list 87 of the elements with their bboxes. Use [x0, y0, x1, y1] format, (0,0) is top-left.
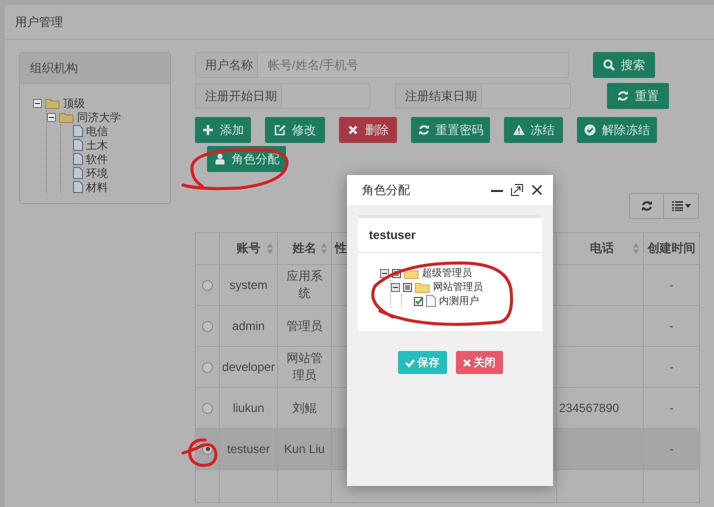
collapse-icon[interactable] [391, 282, 400, 292]
file-icon [73, 181, 83, 193]
table-cell: testuser [227, 442, 270, 456]
table-cell: liukun [232, 400, 264, 414]
table-cell: - [670, 278, 674, 292]
date-field[interactable]: 注册开始日期 [195, 83, 370, 109]
tree-item[interactable]: 网站管理员 [433, 280, 483, 294]
reset-button[interactable]: 重置 [607, 83, 669, 109]
table-cell-text: Kun Liu [283, 440, 326, 458]
edit-icon [274, 124, 286, 136]
table-cell: system [229, 278, 268, 292]
table-cell: 234567890 [559, 400, 620, 414]
reset-button[interactable]: 重置密码 [411, 117, 490, 143]
radio-button[interactable] [202, 402, 213, 414]
user-icon [214, 153, 226, 165]
table-cell: - [670, 442, 674, 456]
close-button[interactable]: 关闭 [456, 351, 502, 374]
file-icon [73, 139, 83, 151]
warning-icon [512, 124, 524, 136]
column-header[interactable]: 电话 [590, 240, 614, 257]
close-icon [462, 358, 470, 366]
plus-icon [202, 124, 214, 136]
close-icon [347, 124, 359, 136]
collapse-icon[interactable] [47, 112, 56, 122]
delete-button[interactable]: 删除 [339, 117, 397, 143]
table-cell: admin [232, 318, 265, 332]
caret-icon [684, 204, 690, 208]
field-label: 用户名称 [196, 53, 258, 77]
unfreeze-button[interactable]: 解除冻结 [577, 117, 657, 143]
refresh-button[interactable] [629, 193, 664, 219]
text-input[interactable]: 帐号/姓名/手机号 [258, 53, 566, 77]
search-button[interactable]: 搜索 [593, 52, 655, 78]
tree-item[interactable]: 软件 [86, 152, 108, 166]
radio-button[interactable] [202, 280, 213, 291]
refresh-icon [617, 90, 629, 102]
dialog-title: 角色分配 [362, 182, 411, 198]
search-icon [603, 59, 615, 71]
file-icon [73, 167, 83, 179]
page-title: 用户管理 [15, 14, 63, 30]
list-icon [672, 201, 682, 211]
collapse-icon[interactable] [380, 268, 389, 278]
refresh-icon [418, 124, 430, 136]
panel-title: 组织机构 [30, 60, 78, 76]
table-cell-text: 网站管理员 [286, 350, 324, 384]
table-cell: - [670, 400, 674, 414]
folder-icon [415, 282, 430, 292]
table-cell-text: 管理员 [286, 318, 324, 334]
folder-icon [59, 112, 74, 122]
table-cell-text: 刘鲲 [292, 400, 318, 416]
radio-button[interactable] [202, 320, 213, 332]
folder-icon [45, 98, 60, 108]
field-label: 注册开始日期 [196, 84, 282, 108]
search-field[interactable]: 用户名称 帐号/姓名/手机号 [195, 52, 569, 78]
checkbox[interactable] [403, 282, 412, 292]
tree-item[interactable]: 土木 [86, 138, 108, 152]
freeze-button[interactable]: 冻结 [504, 117, 563, 143]
collapse-icon[interactable] [33, 98, 42, 108]
close-button[interactable] [531, 184, 543, 196]
file-icon [73, 125, 83, 137]
table-cell-text: 应用系统 [286, 268, 324, 302]
maximize-icon [511, 184, 523, 196]
user-name: testuser [369, 228, 416, 242]
tree-item[interactable]: 超级管理员 [422, 266, 472, 280]
file-icon [73, 153, 83, 165]
tree-item[interactable]: 内测用户 [439, 294, 479, 308]
tree-item[interactable]: 环境 [86, 166, 108, 180]
radio-button[interactable] [202, 362, 213, 373]
table-cell: developer [222, 360, 275, 374]
columns-button[interactable] [664, 193, 699, 219]
close-icon [531, 184, 543, 196]
field-label: 注册结束日期 [396, 84, 482, 108]
table-cell: - [670, 318, 674, 332]
column-header[interactable]: 性 [335, 240, 347, 257]
tree-item[interactable]: 同济大学 [77, 110, 121, 124]
refresh-icon [640, 200, 652, 212]
maximize-button[interactable] [511, 184, 523, 196]
check-icon [404, 358, 414, 368]
check-circle-icon [584, 124, 596, 136]
date-field[interactable]: 注册结束日期 [395, 83, 571, 109]
edit-button[interactable]: 修改 [265, 117, 325, 143]
tree-item[interactable]: 电信 [86, 124, 108, 138]
add-button[interactable]: 添加 [195, 117, 251, 143]
tree-item[interactable]: 顶级 [63, 96, 85, 110]
tree-item[interactable]: 材料 [86, 180, 108, 194]
checkbox[interactable] [414, 296, 423, 306]
file-icon [426, 295, 436, 307]
table-cell: - [670, 360, 674, 374]
